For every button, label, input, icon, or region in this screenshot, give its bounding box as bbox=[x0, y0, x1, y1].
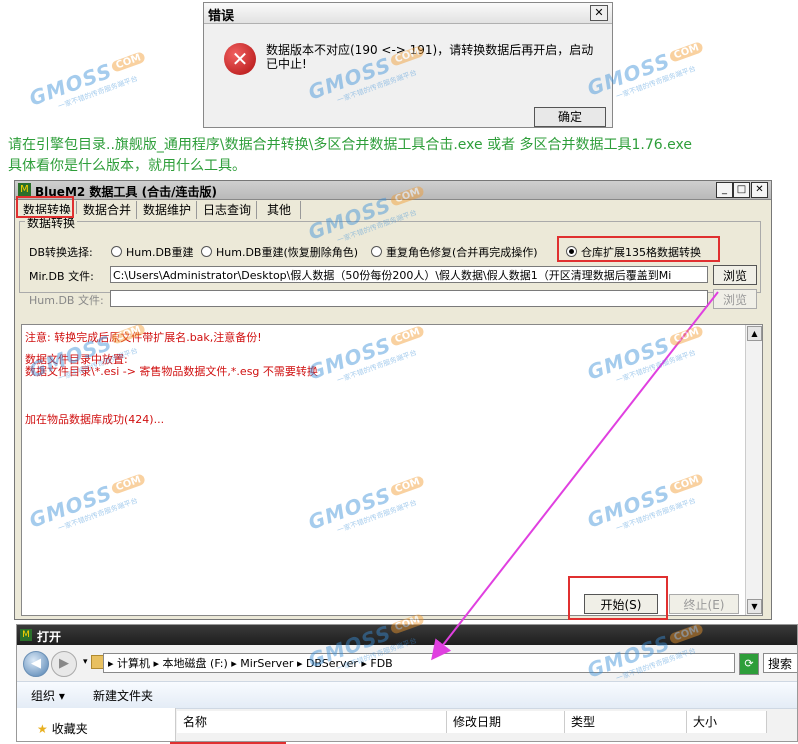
refresh-icon[interactable]: ⟳ bbox=[739, 653, 759, 675]
highlight-box-start bbox=[568, 576, 668, 620]
instruction-line-2: 具体看你是什么版本，就用什么工具。 bbox=[8, 158, 246, 174]
browse-hum-button[interactable]: 浏览 bbox=[713, 289, 757, 309]
log-area[interactable]: 注意: 转换完成后原文件带扩展名.bak,注意备份! 数据文件目录中放置: 数据… bbox=[21, 324, 763, 616]
radio-duplicate-fix[interactable]: 重复角色修复(合并再完成操作) bbox=[371, 244, 538, 260]
app-icon: M bbox=[18, 183, 31, 196]
radio-indicator bbox=[201, 246, 212, 257]
tab-data-merge[interactable]: 数据合并 bbox=[78, 201, 137, 219]
open-file-dialog: M 打开 ◀ ▶ ▾ ▸ 计算机 ▸ 本地磁盘 (F:) ▸ MirServer… bbox=[16, 624, 798, 742]
forward-icon[interactable]: ▶ bbox=[51, 651, 77, 677]
error-message: 数据版本不对应(190 <-> 191)，请转换数据后再开启，启动已中止! bbox=[266, 43, 594, 71]
open-dialog-titlebar: M 打开 bbox=[17, 625, 797, 645]
address-bar[interactable]: ▸ 计算机 ▸ 本地磁盘 (F:) ▸ MirServer ▸ DBServer… bbox=[103, 653, 735, 673]
db-convert-label: DB转换选择: bbox=[29, 246, 93, 259]
error-dialog: 错误 ✕ ✕ 数据版本不对应(190 <-> 191)，请转换数据后再开启，启动… bbox=[203, 2, 613, 128]
mir-db-label: Mir.DB 文件: bbox=[29, 270, 94, 283]
column-header-type[interactable]: 类型 bbox=[565, 711, 687, 733]
highlight-box-tab bbox=[16, 196, 74, 218]
tab-other[interactable]: 其他 bbox=[258, 201, 301, 219]
radio-label: Hum.DB重建(恢复删除角色) bbox=[216, 246, 359, 259]
tab-log-query[interactable]: 日志查询 bbox=[198, 201, 257, 219]
error-dialog-title: 错误 bbox=[208, 9, 235, 24]
hum-db-label: Hum.DB 文件: bbox=[29, 294, 104, 307]
radio-label: Hum.DB重建 bbox=[126, 246, 194, 259]
scroll-down-icon[interactable]: ▼ bbox=[747, 599, 762, 614]
maximize-button[interactable]: □ bbox=[733, 182, 750, 198]
column-header-name[interactable]: 名称 bbox=[177, 711, 447, 733]
error-dialog-titlebar: 错误 ✕ bbox=[204, 3, 612, 24]
new-folder-button[interactable]: 新建文件夹 bbox=[93, 687, 153, 704]
close-button[interactable]: ✕ bbox=[751, 182, 768, 198]
log-scrollbar[interactable]: ▲ ▼ bbox=[745, 325, 762, 615]
ok-button[interactable]: 确定 bbox=[534, 107, 606, 127]
search-input[interactable]: 搜索 bbox=[763, 653, 797, 673]
star-icon: ★ bbox=[37, 722, 48, 736]
watermark: GMOSSCOM 一家不错的传奇服务端平台 bbox=[26, 46, 152, 120]
column-header-date[interactable]: 修改日期 bbox=[447, 711, 565, 733]
mir-db-path-field[interactable]: C:\Users\Administrator\Desktop\假人数据（50份每… bbox=[110, 266, 708, 283]
highlight-box-radio bbox=[557, 236, 720, 262]
tab-data-maintenance[interactable]: 数据维护 bbox=[138, 201, 197, 219]
browse-mir-button[interactable]: 浏览 bbox=[713, 265, 757, 285]
radio-hum-rebuild[interactable]: Hum.DB重建 bbox=[111, 244, 193, 260]
radio-label: 重复角色修复(合并再完成操作) bbox=[386, 246, 538, 259]
error-icon: ✕ bbox=[224, 43, 256, 75]
favorites-item[interactable]: ★ 收藏夹 bbox=[37, 720, 88, 737]
minimize-button[interactable]: _ bbox=[716, 182, 733, 198]
radio-indicator bbox=[111, 246, 122, 257]
favorites-label: 收藏夹 bbox=[51, 722, 88, 736]
command-bar: 组织 ▾ 新建文件夹 bbox=[17, 681, 797, 709]
organize-button[interactable]: 组织 ▾ bbox=[31, 687, 65, 704]
scroll-up-icon[interactable]: ▲ bbox=[747, 326, 762, 341]
radio-indicator bbox=[371, 246, 382, 257]
column-header-size[interactable]: 大小 bbox=[687, 711, 767, 733]
chevron-down-icon[interactable]: ▾ bbox=[83, 657, 88, 667]
back-icon[interactable]: ◀ bbox=[23, 651, 49, 677]
hum-db-path-field[interactable] bbox=[110, 290, 708, 307]
log-line: 数据文件目录\*.esi -> 寄售物品数据文件,*.esg 不需要转换 bbox=[25, 365, 318, 378]
instruction-line-1: 请在引擎包目录..旗舰版_通用程序\数据合并转换\多区合并数据工具合击.exe … bbox=[8, 137, 692, 153]
app-icon: M bbox=[20, 629, 32, 641]
open-dialog-title: 打开 bbox=[37, 630, 62, 644]
tool-titlebar: M BlueM2 数据工具 (合击/连击版) _ □ ✕ bbox=[15, 181, 771, 200]
log-line: 加在物品数据库成功(424)... bbox=[25, 413, 165, 426]
log-line: 注意: 转换完成后原文件带扩展名.bak,注意备份! bbox=[25, 331, 262, 344]
close-icon[interactable]: ✕ bbox=[590, 5, 608, 21]
stop-button[interactable]: 终止(E) bbox=[669, 594, 739, 614]
navigation-pane: ★ 收藏夹 bbox=[17, 708, 176, 741]
radio-hum-rebuild-restore[interactable]: Hum.DB重建(恢复删除角色) bbox=[201, 244, 358, 260]
